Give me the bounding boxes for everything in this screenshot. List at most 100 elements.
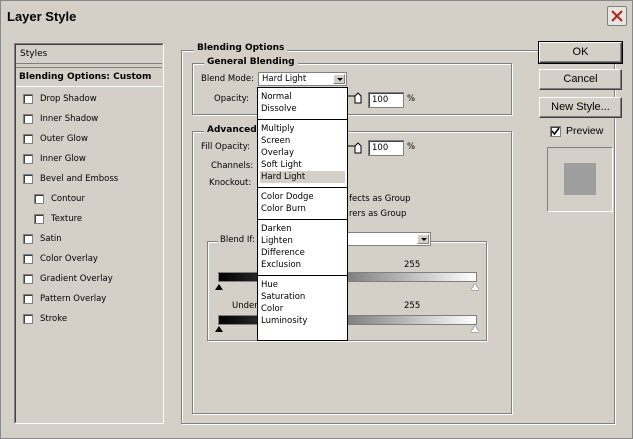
style-item-pattern-overlay[interactable]: Pattern Overlay <box>16 289 162 309</box>
style-item-label: Drop Shadow <box>40 94 97 104</box>
style-checkbox[interactable] <box>23 154 33 164</box>
opacity-input[interactable]: 100 <box>368 92 404 108</box>
style-item-label: Outer Glow <box>40 134 88 144</box>
style-item-inner-shadow[interactable]: Inner Shadow <box>16 109 162 129</box>
blend-mode-option-luminosity[interactable]: Luminosity <box>260 315 345 327</box>
close-button[interactable] <box>607 6 627 26</box>
fill-opacity-slider-thumb[interactable] <box>347 142 365 154</box>
style-preview-swatch <box>564 163 596 195</box>
styles-panel: Styles Blending Options: Custom Drop Sha… <box>14 43 164 424</box>
blend-mode-option-darken[interactable]: Darken <box>260 223 345 235</box>
this-layer-black-slider[interactable] <box>215 284 223 290</box>
style-checkbox[interactable] <box>23 314 33 324</box>
underlying-black-slider[interactable] <box>215 326 223 332</box>
style-item-drop-shadow[interactable]: Drop Shadow <box>16 89 162 109</box>
style-checkbox[interactable] <box>23 174 33 184</box>
blending-options-item[interactable]: Blending Options: Custom <box>16 67 162 87</box>
cancel-button[interactable]: Cancel <box>539 69 622 90</box>
style-checkbox[interactable] <box>23 274 33 284</box>
style-checkbox[interactable] <box>23 134 33 144</box>
blend-mode-option-hue[interactable]: Hue <box>260 279 345 291</box>
blend-interior-effects-as-group[interactable]: fects as Group <box>349 194 411 204</box>
style-checkbox[interactable] <box>23 234 33 244</box>
chevron-down-icon <box>333 74 345 84</box>
title-bar: Layer Style <box>1 1 632 31</box>
preview-checkbox[interactable] <box>550 126 561 137</box>
style-item-label: Gradient Overlay <box>40 274 113 284</box>
style-item-label: Bevel and Emboss <box>40 174 119 184</box>
channels-label: Channels: <box>211 161 254 171</box>
knockout-label: Knockout: <box>209 178 252 188</box>
style-checkbox[interactable] <box>23 114 33 124</box>
chevron-down-icon <box>417 234 429 244</box>
blending-options-label: Blending Options: Custom <box>19 72 152 82</box>
style-checkbox[interactable] <box>34 214 44 224</box>
general-blending-group <box>192 63 512 115</box>
blend-mode-value: Hard Light <box>262 74 307 84</box>
dropdown-separator <box>258 187 347 188</box>
advanced-blending-title: Advanced <box>204 125 260 135</box>
style-item-texture[interactable]: Texture <box>16 209 162 229</box>
fill-opacity-label: Fill Opacity: <box>201 142 250 152</box>
blend-mode-option-dissolve[interactable]: Dissolve <box>260 103 345 115</box>
blend-if-select[interactable] <box>341 232 431 246</box>
blend-mode-option-color[interactable]: Color <box>260 303 345 315</box>
styles-header[interactable]: Styles <box>20 49 47 59</box>
opacity-slider-thumb[interactable] <box>347 92 365 104</box>
blend-mode-option-overlay[interactable]: Overlay <box>260 147 345 159</box>
blend-mode-label: Blend Mode: <box>201 74 254 84</box>
style-checkbox[interactable] <box>23 254 33 264</box>
opacity-label: Opacity: <box>214 94 249 104</box>
style-checkbox[interactable] <box>23 294 33 304</box>
blend-mode-dropdown: Normal Dissolve Multiply Screen Overlay Soft … <box>257 87 348 341</box>
style-item-bevel-and-emboss[interactable]: Bevel and Emboss <box>16 169 162 189</box>
blend-mode-option-saturation[interactable]: Saturation <box>260 291 345 303</box>
blend-mode-option-exclusion[interactable]: Exclusion <box>260 259 345 271</box>
layer-style-dialog: Layer Style Styles Blending Options: Cus… <box>0 0 633 439</box>
blend-mode-option-hard-light[interactable]: Hard Light <box>260 171 345 183</box>
blend-mode-option-lighten[interactable]: Lighten <box>260 235 345 247</box>
blend-mode-option-multiply[interactable]: Multiply <box>260 123 345 135</box>
window-title: Layer Style <box>7 9 77 24</box>
style-item-label: Contour <box>51 194 85 204</box>
style-item-label: Pattern Overlay <box>40 294 107 304</box>
blend-mode-option-soft-light[interactable]: Soft Light <box>260 159 345 171</box>
general-blending-title: General Blending <box>204 57 298 67</box>
style-checkbox[interactable] <box>34 194 44 204</box>
style-item-label: Stroke <box>40 314 68 324</box>
blend-clipped-layers-as-group[interactable]: rers as Group <box>349 209 406 219</box>
style-item-gradient-overlay[interactable]: Gradient Overlay <box>16 269 162 289</box>
style-item-outer-glow[interactable]: Outer Glow <box>16 129 162 149</box>
style-checkbox[interactable] <box>23 94 33 104</box>
blend-mode-option-color-burn[interactable]: Color Burn <box>260 203 345 215</box>
ok-button[interactable]: OK <box>538 41 623 64</box>
close-icon <box>611 10 623 22</box>
opacity-unit: % <box>407 94 416 104</box>
blend-mode-option-normal[interactable]: Normal <box>260 91 345 103</box>
style-item-label: Inner Shadow <box>40 114 99 124</box>
new-style-button[interactable]: New Style... <box>539 97 622 118</box>
fill-opacity-input[interactable]: 100 <box>368 140 404 156</box>
dropdown-separator <box>258 275 347 276</box>
preview-label: Preview <box>566 125 604 137</box>
style-item-label: Satin <box>40 234 62 244</box>
style-item-label: Color Overlay <box>40 254 98 264</box>
style-item-label: Inner Glow <box>40 154 86 164</box>
style-item-stroke[interactable]: Stroke <box>16 309 162 329</box>
style-item-satin[interactable]: Satin <box>16 229 162 249</box>
fill-opacity-unit: % <box>407 142 416 152</box>
style-item-contour[interactable]: Contour <box>16 189 162 209</box>
blend-mode-option-difference[interactable]: Difference <box>260 247 345 259</box>
style-item-inner-glow[interactable]: Inner Glow <box>16 149 162 169</box>
checkmark-icon <box>551 127 560 136</box>
this-layer-white-slider[interactable] <box>471 284 479 290</box>
blend-mode-select[interactable]: Hard Light <box>258 72 347 86</box>
blend-mode-option-color-dodge[interactable]: Color Dodge <box>260 191 345 203</box>
dropdown-separator <box>258 219 347 220</box>
style-item-color-overlay[interactable]: Color Overlay <box>16 249 162 269</box>
underlying-white-slider[interactable] <box>471 326 479 332</box>
style-preview-box <box>547 147 613 212</box>
style-item-label: Texture <box>51 214 83 224</box>
blend-mode-option-screen[interactable]: Screen <box>260 135 345 147</box>
blend-if-label: Blend If: <box>218 235 257 245</box>
